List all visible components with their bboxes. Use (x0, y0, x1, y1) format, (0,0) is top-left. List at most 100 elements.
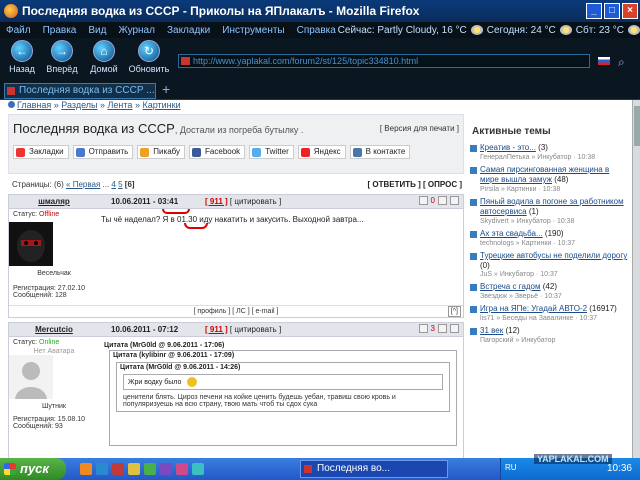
topic-link[interactable]: 31 век (480, 326, 503, 335)
opera-quicklaunch-icon[interactable] (112, 463, 124, 475)
topic-section[interactable]: Инкубатор (537, 154, 571, 161)
share-vk-button[interactable]: В контакте (349, 145, 411, 159)
minimize-button[interactable]: _ (586, 3, 602, 19)
maximize-button[interactable]: □ (604, 3, 620, 19)
topic-section[interactable]: Картинки (522, 240, 552, 247)
page-4-link[interactable]: 4 (111, 180, 115, 189)
new-tab-button[interactable]: + (162, 81, 170, 97)
topic-link[interactable]: Ах эта свадьба... (480, 229, 543, 238)
post-author[interactable]: шмаляр (9, 197, 99, 206)
share-yandex-button[interactable]: Яндекс (297, 145, 346, 159)
page-first-link[interactable]: « Первая (66, 180, 100, 189)
share-twitter-button[interactable]: Twitter (249, 145, 294, 159)
app-quicklaunch-icon[interactable] (160, 463, 172, 475)
language-indicator[interactable]: RU (505, 463, 517, 472)
search-icon[interactable]: ⌕ (618, 55, 625, 70)
topic-section[interactable]: Инкубатор (517, 218, 551, 225)
report-icon[interactable] (450, 196, 459, 205)
breadcrumb-pictures[interactable]: Картинки (142, 100, 180, 110)
menu-tools[interactable]: Инструменты (222, 25, 284, 36)
topic-user[interactable]: technologs (480, 240, 514, 247)
weather-widget[interactable]: Сейчас: Partly Cloudy, 16 °C Сегодня: 24… (338, 22, 640, 38)
app-quicklaunch-icon[interactable] (176, 463, 188, 475)
active-topic-item[interactable]: Встреча с гадом (42) Звездюк » Зверьё · … (470, 282, 630, 302)
topic-link[interactable]: Самая пирсингованная женщина в мире вышл… (480, 165, 609, 184)
active-topic-item[interactable]: Турецкие автобусы не поделили дорогу (0)… (470, 251, 630, 280)
active-topic-item[interactable]: Пяный водила в погоне за работником авто… (470, 197, 630, 227)
topic-section[interactable]: Инкубатор (521, 337, 555, 344)
url-bar[interactable]: http://www.yaplakal.com/forum2/st/125/to… (178, 54, 590, 68)
topic-user[interactable]: Звездюк (480, 293, 507, 300)
topic-link[interactable]: Встреча с гадом (480, 282, 541, 291)
breadcrumb-sections[interactable]: Разделы (61, 100, 97, 110)
topic-section[interactable]: Беседы на Завалинке (502, 315, 573, 322)
topic-user[interactable]: Pirsila (480, 186, 499, 193)
active-topic-item[interactable]: 31 век (12) Пагорский » Инкубатор (470, 326, 630, 346)
rate-down-icon[interactable] (418, 324, 428, 333)
menu-edit[interactable]: Правка (43, 25, 77, 36)
breadcrumb-feed[interactable]: Лента (108, 100, 133, 110)
app-quicklaunch-icon[interactable] (144, 463, 156, 475)
firefox-quicklaunch-icon[interactable] (80, 463, 92, 475)
page-5-link[interactable]: 5 (118, 180, 122, 189)
active-topic-item[interactable]: Ах эта свадьба... (190) technologs » Кар… (470, 229, 630, 249)
menu-help[interactable]: Справка (297, 25, 336, 36)
ie-quicklaunch-icon[interactable] (96, 463, 108, 475)
folder-quicklaunch-icon[interactable] (128, 463, 140, 475)
menu-history[interactable]: Журнал (118, 25, 155, 36)
share-bookmarks-button[interactable]: Закладки (13, 145, 69, 159)
vertical-scrollbar[interactable] (632, 100, 640, 458)
quote-link[interactable]: [ цитировать ] (230, 325, 281, 334)
scroll-up-button[interactable]: [^] (447, 306, 461, 317)
post-footer-links[interactable]: [ профиль ] [ ЛС ] [ e-mail ] (194, 308, 279, 315)
topic-actions[interactable]: [ ОТВЕТИТЬ ] [ ОПРОС ] (368, 180, 462, 189)
print-version-link[interactable]: [ Версия для печати ] (380, 124, 459, 133)
topic-user[interactable]: Пагорский (480, 337, 514, 344)
topic-section[interactable]: Зверьё (515, 293, 538, 300)
post-number-link[interactable]: [ 911 ] (205, 197, 228, 206)
share-pikabu-button[interactable]: Пикабу (137, 145, 186, 159)
refresh-button[interactable]: ↻ Обновить (126, 40, 172, 78)
topic-section[interactable]: Картинки (507, 186, 537, 193)
tab-active[interactable]: Последняя водка из СССР ... (4, 83, 156, 99)
rate-up-icon[interactable] (438, 196, 447, 205)
start-button[interactable]: пуск (0, 458, 66, 480)
topic-link[interactable]: Турецкие автобусы не поделили дорогу (480, 251, 627, 260)
quote-link[interactable]: [ цитировать ] (230, 197, 281, 206)
topic-link[interactable]: Креатив - это... (480, 143, 536, 152)
topic-link[interactable]: Игра на ЯПе: Угадай АВТО-2 (480, 304, 587, 313)
topic-section[interactable]: Инкубатор (500, 271, 534, 278)
close-button[interactable]: × (622, 3, 638, 19)
taskbar-firefox-window[interactable]: Последняя во... (300, 460, 448, 478)
language-flag-icon[interactable] (598, 57, 610, 65)
rate-down-icon[interactable] (418, 196, 428, 205)
back-button[interactable]: ← Назад (2, 40, 42, 78)
post-number-link[interactable]: [ 911 ] (205, 325, 228, 334)
menu-bookmarks[interactable]: Закладки (167, 25, 210, 36)
scrollbar-thumb[interactable] (634, 106, 640, 146)
topic-user[interactable]: ГенералПетька (480, 154, 530, 161)
forward-button[interactable]: → Вперёд (42, 40, 82, 78)
app-quicklaunch-icon[interactable] (192, 463, 204, 475)
post-author[interactable]: Mercutcio (9, 325, 99, 334)
share-send-button[interactable]: Отправить (72, 145, 134, 159)
report-icon[interactable] (450, 324, 459, 333)
topic-user[interactable]: lis71 (480, 315, 494, 322)
breadcrumb-home[interactable]: Главная (17, 100, 51, 110)
forward-arrow-icon: → (51, 40, 73, 62)
topic-user[interactable]: JuS (480, 271, 492, 278)
status-badge: Offline (39, 211, 60, 218)
active-topic-item[interactable]: Креатив - это... (3) ГенералПетька » Инк… (470, 143, 630, 163)
active-topic-item[interactable]: Игра на ЯПе: Угадай АВТО-2 (16917) lis71… (470, 304, 630, 324)
home-button[interactable]: ⌂ Домой (84, 40, 124, 78)
topic-count: (42) (542, 282, 557, 291)
clock[interactable]: 10:36 (607, 463, 632, 474)
menu-view[interactable]: Вид (88, 25, 106, 36)
topic-link[interactable]: Пяный водила в погоне за работником авто… (480, 197, 624, 216)
menu-file[interactable]: Файл (6, 25, 31, 36)
topic-icon (470, 231, 477, 238)
topic-user[interactable]: Skydivert (480, 218, 509, 225)
rate-up-icon[interactable] (438, 324, 447, 333)
active-topic-item[interactable]: Самая пирсингованная женщина в мире вышл… (470, 165, 630, 195)
share-facebook-button[interactable]: Facebook (189, 145, 246, 159)
